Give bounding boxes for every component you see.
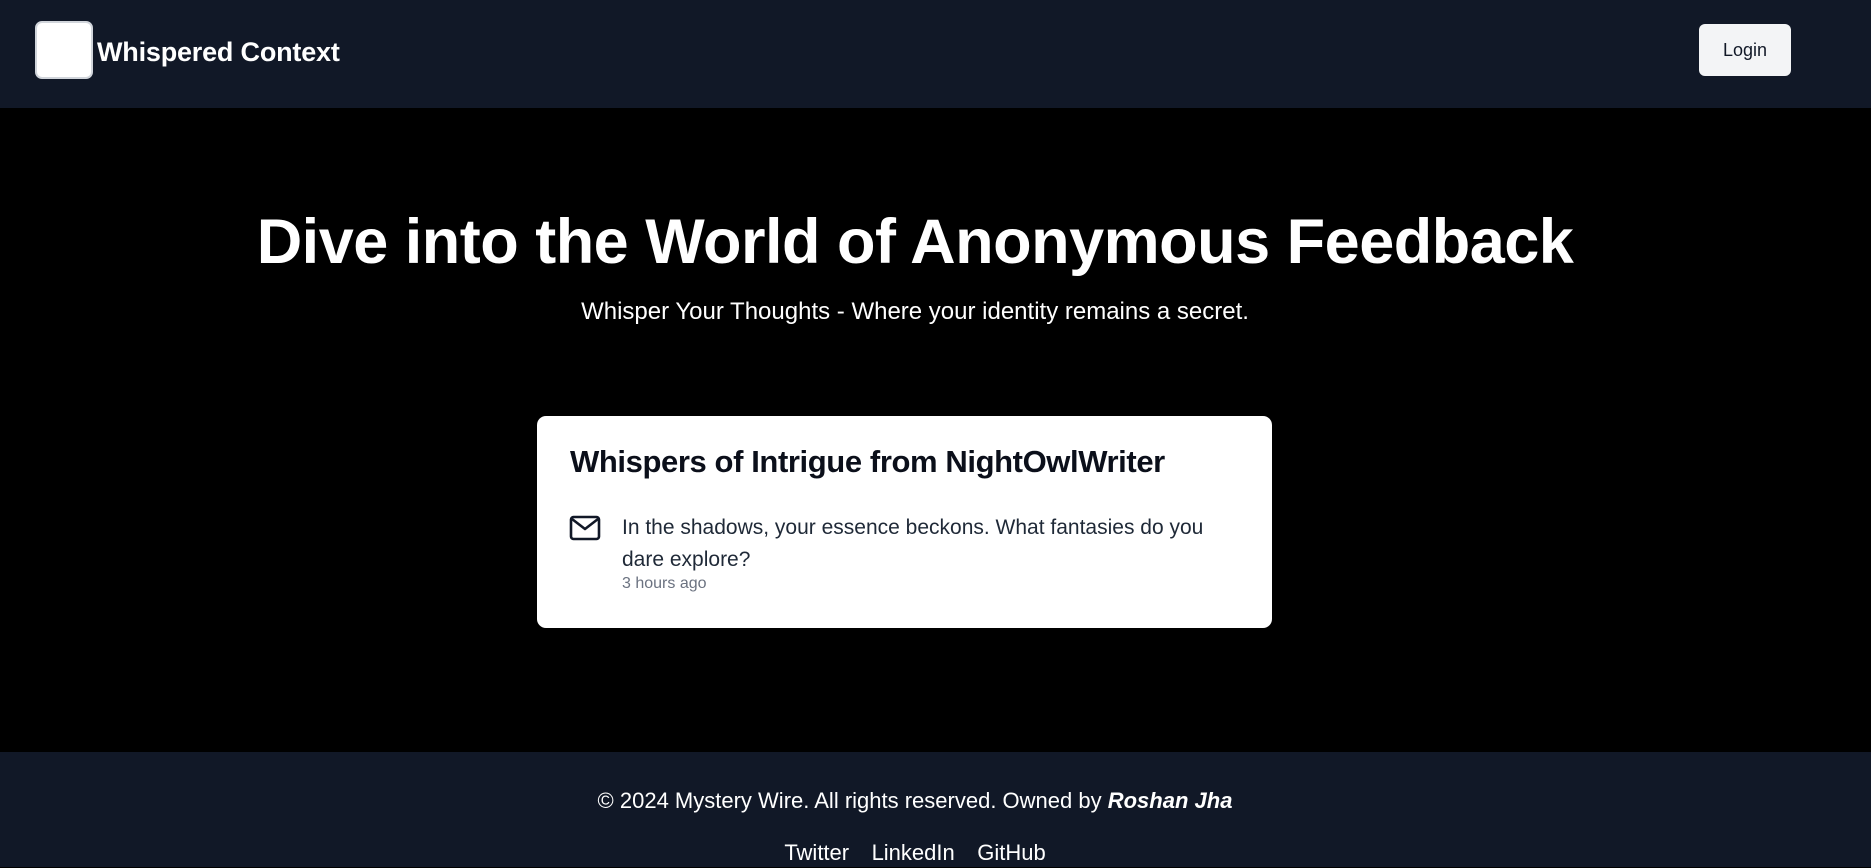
site-footer: © 2024 Mystery Wire. All rights reserved…: [0, 752, 1871, 867]
card-title: Whispers of Intrigue from NightOwlWriter: [570, 444, 1165, 479]
linkedin-link[interactable]: LinkedIn: [872, 840, 955, 865]
site-brand[interactable]: Whispered Context: [97, 35, 340, 69]
card-timestamp: 3 hours ago: [622, 575, 707, 592]
hero-subtitle: Whisper Your Thoughts - Where your ident…: [581, 298, 1249, 325]
hero-title: Dive into the World of Anonymous Feedbac…: [256, 207, 1574, 277]
owner-name: Roshan Jha: [1107, 788, 1233, 813]
twitter-link[interactable]: Twitter: [784, 840, 849, 865]
copyright-text: © 2024 Mystery Wire. All rights reserved…: [0, 786, 1830, 816]
site-header: Whispered Context Login: [0, 0, 1871, 108]
github-link[interactable]: GitHub: [977, 840, 1045, 865]
mail-icon: [569, 515, 601, 541]
footer-links: Twitter LinkedIn GitHub: [0, 838, 1830, 868]
logo[interactable]: [35, 21, 93, 79]
copyright-label: © 2024 Mystery Wire. All rights reserved…: [597, 788, 1102, 813]
message-card: Whispers of Intrigue from NightOwlWriter…: [537, 416, 1272, 628]
login-button[interactable]: Login: [1699, 24, 1791, 76]
card-message: In the shadows, your essence beckons. Wh…: [622, 516, 1204, 571]
